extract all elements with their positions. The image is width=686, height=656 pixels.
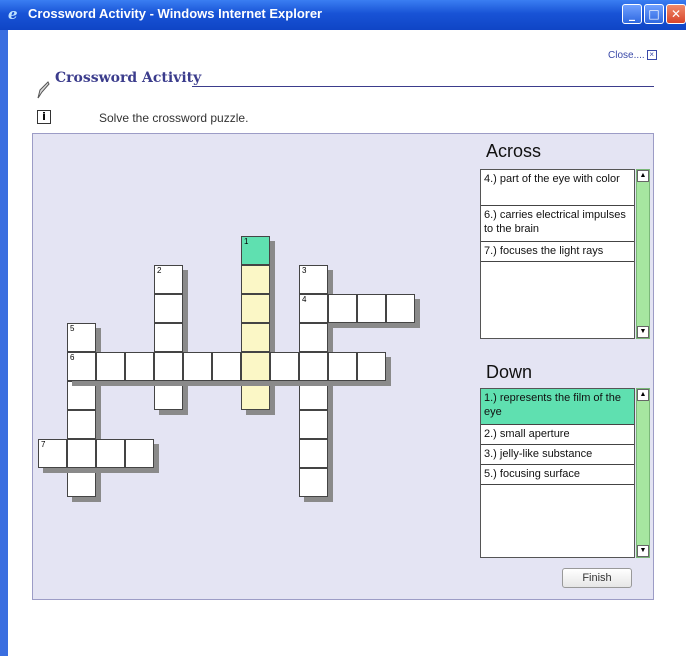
crossword-cell[interactable] [125, 439, 154, 468]
crossword-cell[interactable] [183, 352, 212, 381]
crossword-cell[interactable] [299, 468, 328, 497]
clue-item[interactable]: 4.) part of the eye with color [481, 170, 634, 206]
crossword-cell[interactable] [299, 410, 328, 439]
crossword-cell[interactable] [67, 468, 96, 497]
crossword-cell[interactable] [241, 352, 270, 381]
crossword-cell[interactable] [299, 381, 328, 410]
crossword-cell[interactable] [270, 352, 299, 381]
scroll-up-icon[interactable]: ▲ [637, 170, 649, 182]
crossword-cell[interactable] [299, 323, 328, 352]
crossword-cell[interactable] [357, 294, 386, 323]
crossword-cell[interactable]: 1 [241, 236, 270, 265]
crossword-cell[interactable]: 2 [154, 265, 183, 294]
scroll-up-icon[interactable]: ▲ [637, 389, 649, 401]
page-title: Crossword Activity [55, 70, 202, 86]
scroll-down-icon[interactable]: ▼ [637, 545, 649, 557]
title-rule [192, 86, 654, 87]
crossword-cell[interactable] [357, 352, 386, 381]
clue-number: 6 [70, 353, 75, 362]
crossword-cell[interactable] [154, 381, 183, 410]
close-activity-link[interactable]: Close.... × [608, 50, 657, 61]
crossword-cell[interactable] [67, 381, 96, 410]
window-border [0, 30, 8, 656]
crossword-cell[interactable] [67, 410, 96, 439]
clue-number: 4 [302, 295, 307, 304]
crossword-cell[interactable] [67, 439, 96, 468]
clue-number: 3 [302, 266, 307, 275]
crossword-cell[interactable] [154, 323, 183, 352]
clue-item-selected[interactable]: 1.) represents the film of the eye [481, 389, 634, 425]
close-x-icon: × [646, 50, 657, 61]
crossword-cell[interactable] [241, 294, 270, 323]
crossword-cell[interactable] [212, 352, 241, 381]
crossword-cell[interactable] [154, 352, 183, 381]
crossword-cell[interactable] [386, 294, 415, 323]
ie-logo-icon: e [8, 5, 18, 23]
down-clue-list: 1.) represents the film of the eye 2.) s… [480, 388, 635, 558]
crossword-cell[interactable]: 7 [38, 439, 67, 468]
clue-number: 7 [41, 440, 46, 449]
clue-number: 2 [157, 266, 162, 275]
minimize-button[interactable]: _ [622, 4, 642, 24]
window-close-button[interactable]: ✕ [666, 4, 686, 24]
crossword-cell[interactable] [328, 294, 357, 323]
across-clue-list: 4.) part of the eye with color 6.) carri… [480, 169, 635, 339]
clue-item[interactable]: 5.) focusing surface [481, 465, 634, 485]
across-scrollbar[interactable]: ▲ ▼ [636, 169, 650, 339]
clue-item[interactable]: 2.) small aperture [481, 425, 634, 445]
down-scrollbar[interactable]: ▲ ▼ [636, 388, 650, 558]
close-link-label: Close [608, 50, 634, 61]
crossword-cell[interactable] [299, 439, 328, 468]
crossword-cell[interactable] [125, 352, 154, 381]
clue-number: 5 [70, 324, 75, 333]
clue-item[interactable]: 6.) carries electrical impulses to the b… [481, 206, 634, 242]
crossword-cell[interactable] [154, 294, 183, 323]
pencil-icon [37, 81, 50, 99]
crossword-cell[interactable]: 6 [67, 352, 96, 381]
crossword-cell[interactable] [241, 323, 270, 352]
crossword-cell[interactable]: 3 [299, 265, 328, 294]
info-icon: i [37, 110, 51, 124]
crossword-cell[interactable] [96, 352, 125, 381]
down-heading: Down [486, 362, 533, 382]
scroll-down-icon[interactable]: ▼ [637, 326, 649, 338]
crossword-cell[interactable]: 5 [67, 323, 96, 352]
maximize-button[interactable]: □ [644, 4, 664, 24]
clue-item[interactable]: 3.) jelly-like substance [481, 445, 634, 465]
crossword-cell[interactable] [96, 439, 125, 468]
title-bar: e Crossword Activity - Windows Internet … [0, 0, 686, 30]
clue-item[interactable]: 7.) focuses the light rays [481, 242, 634, 262]
clue-number: 1 [244, 237, 249, 246]
crossword-cell[interactable] [299, 352, 328, 381]
crossword-cell[interactable] [241, 265, 270, 294]
across-heading: Across [486, 141, 542, 161]
crossword-cell[interactable]: 4 [299, 294, 328, 323]
window-title: Crossword Activity - Windows Internet Ex… [28, 6, 323, 21]
instruction-text: Solve the crossword puzzle. [99, 111, 249, 125]
crossword-cell[interactable] [328, 352, 357, 381]
finish-button[interactable]: Finish [562, 568, 632, 588]
crossword-cell[interactable] [241, 381, 270, 410]
